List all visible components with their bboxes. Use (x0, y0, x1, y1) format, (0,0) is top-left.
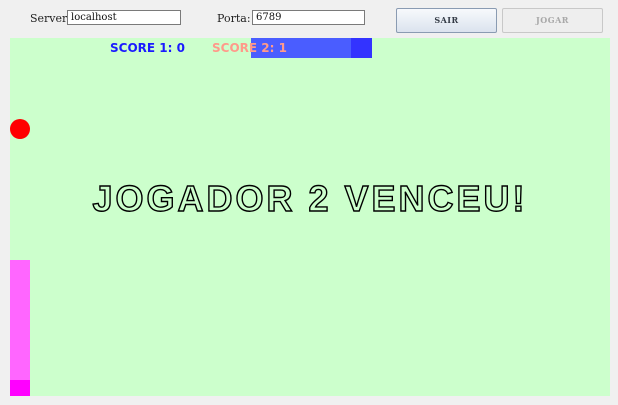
port-label: Porta: (217, 12, 251, 25)
winner-message: JOGADOR 2 VENCEU! (92, 177, 528, 219)
ball (10, 119, 30, 139)
player-1-paddle-edge (10, 380, 30, 396)
port-input[interactable] (252, 10, 365, 25)
game-court[interactable]: SCORE 1: 0 SCORE 2: 1 JOGADOR 2 VENCEU! (10, 38, 610, 396)
connection-toolbar: Server: Porta: SAIR JOGAR (0, 0, 618, 38)
player-1-paddle (10, 260, 30, 396)
exit-button[interactable]: SAIR (396, 8, 497, 33)
score-player-2: SCORE 2: 1 (212, 41, 287, 55)
play-button[interactable]: JOGAR (502, 8, 603, 33)
score-player-1: SCORE 1: 0 (110, 41, 185, 55)
game-window: Server: Porta: SAIR JOGAR SCORE 1: 0 SCO… (0, 0, 618, 405)
server-label: Server: (30, 12, 71, 25)
server-input[interactable] (67, 10, 181, 25)
player-2-paddle-edge (351, 38, 372, 58)
